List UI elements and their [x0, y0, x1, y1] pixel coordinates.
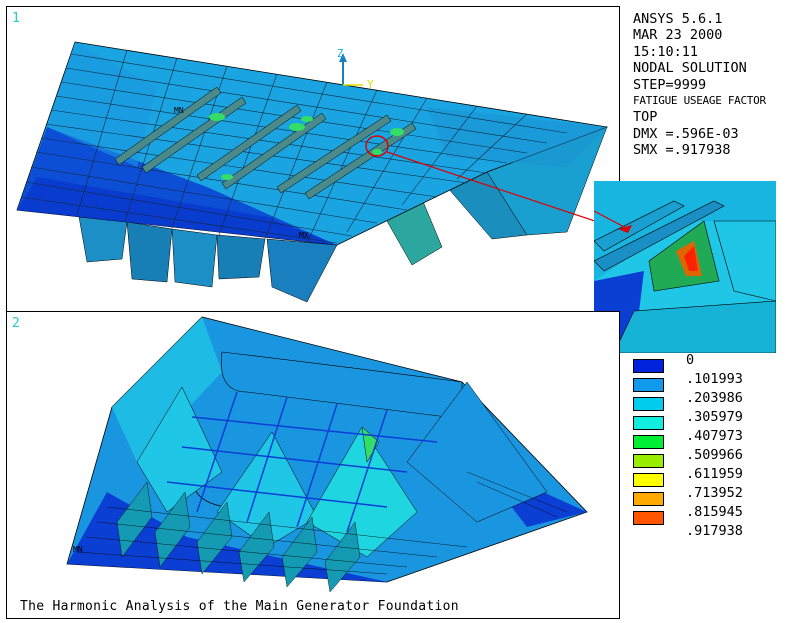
legend-value: .815945: [686, 504, 743, 520]
viewport-number: 1: [12, 11, 20, 26]
legend-row: .611959: [633, 464, 783, 487]
axis-z-label: Z: [337, 47, 344, 60]
axis-y-label: Y: [367, 78, 374, 91]
legend-row: .713952: [633, 483, 783, 506]
legend-value: .509966: [686, 447, 743, 463]
result-label: FATIGUE USEAGE FACTOR: [633, 94, 766, 108]
legend-value: 0: [686, 352, 695, 368]
legend-row: .203986: [633, 388, 783, 411]
model-view-2: MN: [66, 316, 588, 593]
info-line: SMX =.917938: [633, 142, 731, 159]
legend-row: .101993: [633, 369, 783, 392]
info-line: DMX =.596E-03: [633, 125, 739, 142]
legend-value: .407973: [686, 428, 743, 444]
mn-marker: MN: [174, 106, 184, 115]
info-line: ANSYS 5.6.1: [633, 11, 723, 27]
viewport-number: 2: [12, 316, 20, 331]
legend-row: .509966: [633, 445, 783, 468]
viewport-2[interactable]: 2 MN: [6, 311, 620, 619]
legend-value: .305979: [686, 409, 743, 425]
plot-caption: The Harmonic Analysis of the Main Genera…: [20, 599, 459, 614]
info-line: TOP: [633, 109, 658, 126]
result-info: ANSYS 5.6.1 MAR 23 2000 15:10:11 NODAL S…: [633, 11, 766, 159]
inset-view: [594, 181, 776, 353]
info-line: MAR 23 2000: [633, 27, 723, 44]
legend-row: .917938: [633, 521, 783, 540]
info-line: 15:10:11: [633, 43, 699, 60]
info-line: NODAL SOLUTION: [633, 60, 747, 77]
viewport-1[interactable]: 1 Z Y MN MX: [6, 6, 620, 313]
zoom-inset: [594, 181, 776, 353]
legend-row: 0: [633, 350, 783, 373]
legend-value: .611959: [686, 466, 743, 482]
legend-row: .407973: [633, 426, 783, 449]
legend-value: .203986: [686, 390, 743, 406]
model-view-1: Z Y MN MX: [16, 41, 619, 303]
mn-marker: MN: [73, 545, 83, 554]
legend-value: .713952: [686, 485, 743, 501]
mx-marker: MX: [299, 231, 309, 240]
legend-row: .815945: [633, 502, 783, 525]
legend-value: .917938: [686, 523, 743, 539]
legend-row: .305979: [633, 407, 783, 430]
legend-value: .101993: [686, 371, 743, 387]
info-line: STEP=9999: [633, 76, 707, 93]
